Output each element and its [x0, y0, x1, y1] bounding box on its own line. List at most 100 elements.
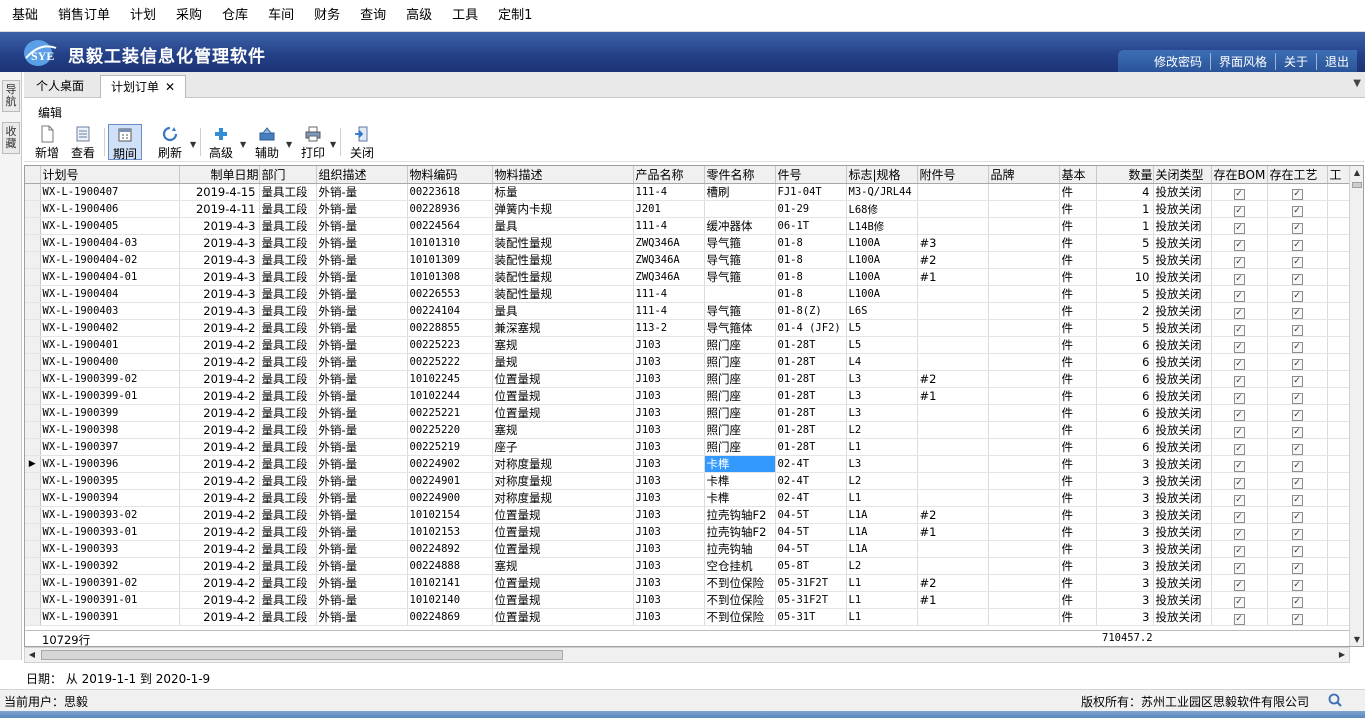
grid-cell[interactable]: 外销-量	[316, 404, 408, 422]
grid-cell[interactable]: WX-L-1900399-02	[40, 370, 180, 388]
column-header[interactable]: 存在BOM	[1211, 166, 1268, 184]
grid-cell[interactable]: 投放关闭	[1153, 285, 1212, 303]
grid-cell[interactable]: WX-L-1900401	[40, 336, 180, 354]
grid-cell[interactable]	[917, 557, 989, 575]
grid-cell[interactable]: 00224888	[407, 557, 493, 575]
grid-cell[interactable]	[988, 506, 1060, 524]
logout-link[interactable]: 退出	[1315, 52, 1357, 70]
grid-cell[interactable]: 2019-4-11	[179, 200, 260, 218]
row-indicator[interactable]	[25, 200, 41, 218]
grid-cell[interactable]: 件	[1059, 285, 1097, 303]
grid-cell[interactable]: J103	[633, 421, 705, 439]
row-indicator[interactable]: ▶	[25, 455, 41, 473]
table-row[interactable]: WX-L-1900404-01 2019-4-3 量具工段 外销-量 10101308 装…	[25, 268, 1351, 286]
checkbox-checked-icon[interactable]: ✓	[1291, 477, 1303, 489]
grid-cell[interactable]: 投放关闭	[1153, 472, 1212, 490]
refresh-dropdown-icon[interactable]: ▼	[190, 140, 196, 149]
grid-cell[interactable]: 外销-量	[316, 489, 408, 507]
grid-cell[interactable]: 弹簧内卡规	[492, 200, 634, 218]
grid-cell[interactable]: 卡榫	[704, 455, 776, 473]
grid-cell[interactable]: 2019-4-3	[179, 234, 260, 252]
grid-cell[interactable]: 00223618	[407, 183, 493, 201]
scroll-left-icon[interactable]: ◀	[25, 648, 39, 662]
column-header[interactable]: 物料编码	[407, 166, 493, 184]
menu-item[interactable]: 仓库	[212, 0, 258, 32]
grid-cell[interactable]: 10102244	[407, 387, 493, 405]
table-row[interactable]: WX-L-1900391-01 2019-4-2 量具工段 外销-量 10102140 位…	[25, 591, 1351, 609]
table-row[interactable]: WX-L-1900397 2019-4-2 量具工段 外销-量 00225219 座子 J1…	[25, 438, 1351, 456]
grid-cell[interactable]: 00226553	[407, 285, 493, 303]
grid-cell[interactable]: #2	[917, 506, 989, 524]
grid-cell[interactable]	[988, 523, 1060, 541]
checkbox-checked-icon[interactable]: ✓	[1291, 426, 1303, 438]
column-header[interactable]: 计划号	[40, 166, 180, 184]
grid-cell[interactable]: 不到位保险	[704, 608, 776, 626]
grid-cell[interactable]: J103	[633, 404, 705, 422]
grid-cell[interactable]: 量具	[492, 217, 634, 235]
grid-cell[interactable]	[988, 574, 1060, 592]
grid-cell[interactable]	[988, 472, 1060, 490]
grid-cell[interactable]: 量具工段	[259, 336, 317, 354]
grid-cell[interactable]: 量具工段	[259, 574, 317, 592]
checkbox-checked-icon[interactable]: ✓	[1291, 579, 1303, 591]
grid-cell[interactable]: 111-4	[633, 217, 705, 235]
checkbox-checked-icon[interactable]: ✓	[1233, 341, 1245, 353]
grid-cell[interactable]: 06-1T	[775, 217, 847, 235]
grid-cell[interactable]: 01-4 (JF2)	[775, 319, 847, 337]
grid-cell[interactable]: 00225222	[407, 353, 493, 371]
row-indicator[interactable]	[25, 574, 41, 592]
checkbox-checked-icon[interactable]: ✓	[1291, 324, 1303, 336]
grid-cell[interactable]: 00225220	[407, 421, 493, 439]
period-button[interactable]: 期间	[108, 124, 142, 161]
grid-cell[interactable]: 件	[1059, 370, 1097, 388]
grid-cell[interactable]: 照门座	[704, 353, 776, 371]
grid-cell[interactable]: 外销-量	[316, 608, 408, 626]
grid-cell[interactable]: WX-L-1900393	[40, 540, 180, 558]
grid-cell[interactable]: #2	[917, 370, 989, 388]
row-indicator[interactable]	[25, 336, 41, 354]
grid-cell[interactable]: 外销-量	[316, 234, 408, 252]
grid-cell[interactable]: J103	[633, 489, 705, 507]
grid-cell[interactable]: 6	[1096, 353, 1154, 371]
grid-cell[interactable]: 不到位保险	[704, 574, 776, 592]
grid-cell[interactable]: 投放关闭	[1153, 438, 1212, 456]
grid-cell[interactable]: 外销-量	[316, 285, 408, 303]
grid-cell[interactable]: J103	[633, 591, 705, 609]
grid-cell[interactable]: 00224892	[407, 540, 493, 558]
grid-cell[interactable]: 00224104	[407, 302, 493, 320]
grid-cell[interactable]: L3	[846, 455, 918, 473]
checkbox-checked-icon[interactable]: ✓	[1233, 392, 1245, 404]
grid-cell[interactable]: WX-L-1900404	[40, 285, 180, 303]
grid-cell[interactable]: L1A	[846, 506, 918, 524]
grid-cell[interactable]: 装配性量规	[492, 268, 634, 286]
grid-cell[interactable]: 位置量规	[492, 387, 634, 405]
checkbox-checked-icon[interactable]: ✓	[1291, 392, 1303, 404]
grid-cell[interactable]: 2019-4-2	[179, 608, 260, 626]
grid-cell[interactable]: 量具	[492, 302, 634, 320]
grid-cell[interactable]: 外销-量	[316, 353, 408, 371]
grid-cell[interactable]: 01-8	[775, 234, 847, 252]
print-dropdown-icon[interactable]: ▼	[330, 140, 336, 149]
menu-item[interactable]: 基础	[2, 0, 48, 32]
grid-cell[interactable]: 05-31F2T	[775, 591, 847, 609]
grid-cell[interactable]: WX-L-1900403	[40, 302, 180, 320]
grid-cell[interactable]: 外销-量	[316, 387, 408, 405]
grid-cell[interactable]: 塞规	[492, 421, 634, 439]
row-indicator[interactable]	[25, 285, 41, 303]
checkbox-checked-icon[interactable]: ✓	[1233, 256, 1245, 268]
grid-cell[interactable]	[917, 302, 989, 320]
scroll-right-icon[interactable]: ▶	[1335, 648, 1349, 662]
grid-cell[interactable]: 投放关闭	[1153, 370, 1212, 388]
column-header[interactable]: 工	[1327, 166, 1351, 184]
table-row[interactable]: WX-L-1900393-02 2019-4-2 量具工段 外销-量 10102154 位…	[25, 506, 1351, 524]
grid-cell[interactable]	[988, 370, 1060, 388]
about-link[interactable]: 关于	[1274, 52, 1316, 70]
grid-cell[interactable]: 1	[1096, 200, 1154, 218]
search-icon[interactable]	[1327, 692, 1345, 708]
grid-cell[interactable]	[988, 387, 1060, 405]
grid-cell[interactable]: 件	[1059, 455, 1097, 473]
view-button[interactable]: 查看	[66, 124, 100, 160]
checkbox-checked-icon[interactable]: ✓	[1291, 409, 1303, 421]
grid-cell[interactable]: L100A	[846, 234, 918, 252]
table-row[interactable]: WX-L-1900407 2019-4-15 量具工段 外销-量 00223618 标量 1…	[25, 183, 1351, 201]
